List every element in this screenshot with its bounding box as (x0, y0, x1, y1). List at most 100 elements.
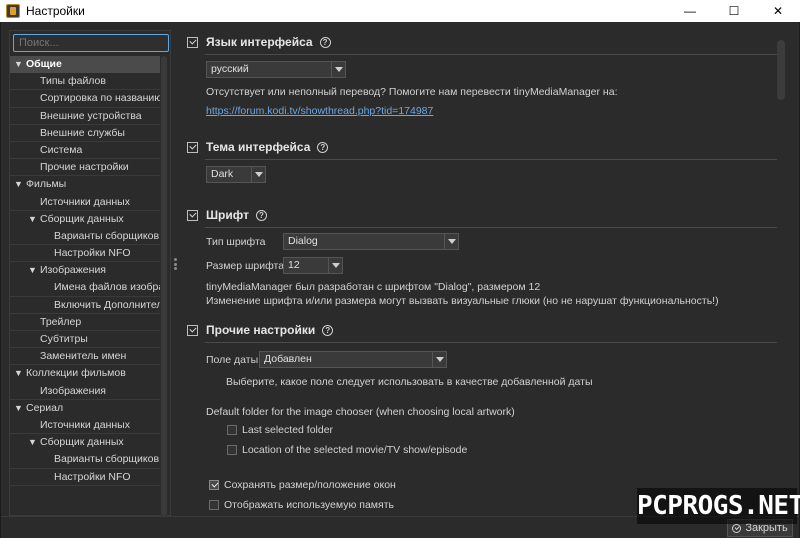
font-type-select-value: Dialog (288, 235, 318, 247)
window-close-button[interactable]: ✕ (756, 0, 800, 22)
tree-item-label: Прочие настройки (40, 161, 129, 174)
collapse-icon[interactable] (187, 324, 198, 336)
tree-item-label: Изображения (40, 264, 106, 277)
date-field-select[interactable]: Добавлен (259, 351, 447, 368)
location-option-label: Location of the selected movie/TV show/e… (242, 444, 468, 456)
collapse-icon[interactable] (187, 209, 198, 221)
location-option[interactable]: Location of the selected movie/TV show/e… (227, 444, 467, 456)
font-note-2: Изменение шрифта и/или размера могут выз… (206, 295, 719, 307)
theme-select[interactable]: Dark (206, 166, 266, 183)
tree-item[interactable]: Варианты сборщиков д (10, 228, 160, 246)
tree-item-label: Трейлер (40, 315, 82, 328)
chevron-down-icon (444, 234, 458, 249)
help-icon[interactable]: ? (255, 209, 267, 221)
expand-arrow-icon[interactable]: ▼ (28, 211, 40, 228)
tree-item-label: Сборщик данных (40, 212, 124, 225)
tree-item-label: Настройки NFO (54, 247, 131, 260)
tree-item[interactable]: Типы файлов (10, 73, 160, 91)
collapse-icon[interactable] (187, 141, 198, 153)
tree-item[interactable]: Настройки NFO (10, 245, 160, 263)
checkbox[interactable] (227, 445, 237, 455)
tree-item-label: Настройки NFO (54, 470, 131, 483)
last-folder-option[interactable]: Last selected folder (227, 424, 333, 436)
expand-arrow-icon[interactable]: ▼ (14, 400, 26, 417)
tree-item[interactable]: Сортировка по названию (10, 90, 160, 108)
tree-item-label: Сборщик данных (40, 436, 124, 449)
tree-item[interactable]: ▼ Сериал (10, 400, 160, 417)
tree-item[interactable]: Имена файлов изобра (10, 279, 160, 297)
search-input[interactable] (13, 34, 169, 52)
font-size-label: Размер шрифта (206, 260, 285, 272)
theme-select-value: Dark (211, 168, 234, 180)
tree-item-label: Варианты сборщиков д (54, 453, 160, 466)
tree-item[interactable]: Источники данных (10, 194, 160, 211)
tree-item[interactable]: Заменитель имен (10, 348, 160, 366)
tree-item-label: Типы файлов (40, 75, 106, 88)
divider (205, 227, 777, 228)
tree-item[interactable]: ▼ Фильмы (10, 176, 160, 193)
divider (205, 342, 777, 343)
sidebar-scrollbar[interactable] (161, 56, 167, 516)
tree-item[interactable]: Прочие настройки (10, 159, 160, 177)
tree-item-label: Субтитры (40, 333, 88, 345)
section-font-title: Шрифт (206, 208, 249, 222)
tree-item[interactable]: ▼ Общие (10, 56, 160, 74)
section-font-header[interactable]: Шрифт ? (187, 208, 267, 222)
language-select[interactable]: русский (206, 61, 346, 78)
collapse-icon[interactable] (187, 36, 198, 48)
checkbox-checked[interactable] (209, 480, 219, 490)
settings-window: ▼ОбщиеТипы файлов Сортировка по названию В… (0, 22, 800, 538)
tree-item[interactable]: Источники данных (10, 417, 160, 435)
tree-item[interactable]: ▼ Сборщик данных (10, 434, 160, 451)
tree-item[interactable]: Изображения (10, 383, 160, 400)
save-window-option-label: Сохранять размер/положение окон (224, 479, 396, 491)
section-language-header[interactable]: Язык интерфейса ? (187, 35, 331, 49)
tree-item[interactable]: Варианты сборщиков д (10, 451, 160, 469)
tree-item[interactable]: Трейлер (10, 314, 160, 331)
checkbox[interactable] (227, 425, 237, 435)
font-size-select[interactable]: 12 (283, 257, 343, 274)
window-title: Настройки (26, 4, 85, 18)
tree-item-label: Заменитель имен (40, 350, 127, 363)
section-theme-header[interactable]: Тема интерфейса ? (187, 140, 329, 154)
tree-item[interactable]: Внешние службы (10, 125, 160, 142)
tree-item-label: Источники данных (40, 195, 130, 208)
main-scrollbar[interactable] (777, 40, 785, 506)
expand-arrow-icon[interactable]: ▼ (28, 434, 40, 451)
save-window-option[interactable]: Сохранять размер/положение окон (209, 479, 396, 491)
maximize-button[interactable]: ☐ (712, 0, 756, 22)
tree-item[interactable]: Субтитры (10, 331, 160, 349)
tree-item[interactable]: ▼ Изображения (10, 262, 160, 279)
tree-item[interactable]: Внешние устройства (10, 108, 160, 125)
show-memory-option-label: Отображать используемую память (224, 499, 394, 511)
window-titlebar: Настройки — ☐ ✕ (0, 0, 800, 22)
tree-item-label: Коллекции фильмов (26, 367, 126, 380)
expand-arrow-icon[interactable]: ▼ (14, 365, 26, 382)
checkbox[interactable] (209, 500, 219, 510)
app-icon (6, 4, 20, 18)
tree-item[interactable]: Система (10, 142, 160, 160)
expand-arrow-icon[interactable]: ▼ (14, 56, 26, 73)
pane-splitter[interactable] (174, 258, 178, 270)
help-icon[interactable]: ? (317, 141, 329, 153)
sidebar-scrollbar-thumb[interactable] (161, 56, 167, 516)
minimize-button[interactable]: — (668, 0, 712, 22)
tree-item[interactable]: Включить Дополнител (10, 297, 160, 314)
tree-item-label: Сортировка по названию (40, 92, 160, 105)
show-memory-option[interactable]: Отображать используемую память (209, 499, 394, 511)
font-type-select[interactable]: Dialog (283, 233, 459, 250)
font-type-label: Тип шрифта (206, 236, 266, 248)
tree-item[interactable]: ▼ Сборщик данных (10, 211, 160, 228)
tree-item[interactable]: ▼ Коллекции фильмов (10, 365, 160, 382)
date-field-hint: Выберите, какое поле следует использоват… (226, 376, 593, 388)
language-select-value: русский (211, 63, 249, 75)
help-icon[interactable]: ? (319, 36, 331, 48)
tree-item-label: Внешние службы (40, 126, 125, 139)
main-scrollbar-thumb[interactable] (777, 40, 785, 100)
help-icon[interactable]: ? (322, 324, 334, 336)
expand-arrow-icon[interactable]: ▼ (28, 262, 40, 279)
tree-item[interactable]: Настройки NFO (10, 469, 160, 486)
translation-link[interactable]: https://forum.kodi.tv/showthread.php?tid… (206, 105, 433, 117)
expand-arrow-icon[interactable]: ▼ (14, 176, 26, 193)
section-other-header[interactable]: Прочие настройки ? (187, 323, 334, 337)
